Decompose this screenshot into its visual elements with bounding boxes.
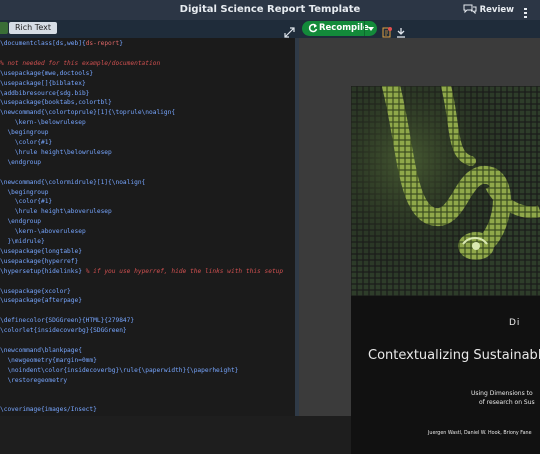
code-token: \newgeometry{margin=0mm} [0,356,97,364]
code-token: \color{#1} [0,198,53,206]
code-line[interactable]: \hrule height\aboverulesep [0,207,112,217]
code-token: \hrule height\aboverulesep [0,208,112,216]
code-line[interactable]: \restoregeometry [0,376,67,386]
code-line[interactable]: \usepackage{afterpage} [0,296,82,306]
code-token: % not needed for this example/documentat… [0,59,161,67]
source-mode-toggle[interactable] [0,22,8,34]
code-token: \begingroup [0,129,49,137]
code-token: \usepackage{mwe,doctools} [0,69,94,77]
code-line[interactable]: \coverimage{images/Insect} [0,405,97,415]
code-line[interactable]: \newcommand{\colormidrule}[1]{\noalign{ [0,178,145,188]
code-line[interactable]: \colorlet{insidecoverbg}{SDGGreen} [0,326,127,336]
recompile-label: Recompile [319,23,369,33]
code-token: \usepackage{xcolor} [0,287,71,295]
code-token: \addbibresource{sdg.bib} [0,89,90,97]
review-button[interactable]: Review [463,3,514,17]
cover-image [351,86,540,296]
toolbar: Rich Text Recompile [0,20,540,38]
code-line[interactable]: \newgeometry{margin=0mm} [0,356,97,366]
code-token: \coverimage{images/Insect} [0,406,97,414]
cover-authors: Juergen Wastl, Daniel W. Hook, Briony Fa… [428,431,532,436]
code-token: \documentclass[ds,web]{ [0,40,86,47]
cover-description-line: of research on Sus [479,399,535,406]
code-token: \endgroup [0,218,41,226]
code-line[interactable]: \begingroup [0,128,48,138]
cover-heading: Di [509,318,521,328]
code-token: \colorlet{insidecoverbg}{SDGGreen} [0,327,127,335]
code-line[interactable]: \hypersetup{hidelinks} % if you use hype… [0,267,283,277]
code-line[interactable]: \usepackage{longtable} [0,247,82,257]
code-line[interactable]: \color{#1} [0,197,52,207]
code-line[interactable]: \usepackage{mwe,doctools} [0,69,93,79]
code-token: \hypersetup{hidelinks} [0,267,86,275]
recompile-button[interactable]: Recompile [302,21,377,36]
code-line[interactable]: % not needed for this example/documentat… [0,59,160,69]
code-token: \begingroup [0,188,49,196]
code-line[interactable]: \color{#1} [0,138,52,148]
pdf-preview[interactable]: Di Contextualizing Sustainable Using Dim… [299,38,540,454]
chevron-down-icon[interactable] [364,21,377,36]
code-token: \noindent\color{insidecoverbg}\rule{\pap… [0,366,239,374]
code-token: \endgroup [0,158,41,166]
code-line[interactable]: \endgroup [0,217,41,227]
code-token: \kern-\belowrulesep [0,119,86,127]
code-token: } [119,40,123,47]
code-line[interactable]: \usepackage{booktabs,colortbl} [0,98,112,108]
code-token: \usepackage[]{biblatex} [0,79,86,87]
code-token: \kern-\aboverulesep [0,228,86,236]
code-token: \usepackage{hyperref} [0,257,79,265]
review-icon [463,3,477,17]
recompile-arrow-icon [308,23,318,37]
code-line[interactable]: \usepackage{xcolor} [0,287,71,297]
code-line[interactable]: \newcommand{\colortoprule}[1]{\toprule\n… [0,108,175,118]
cover-title: Contextualizing Sustainable [368,348,540,363]
top-bar: Digital Science Report Template Review [0,0,540,20]
code-token: \restoregeometry [0,376,68,384]
code-line[interactable]: \noindent\color{insidecoverbg}\rule{\pap… [0,366,238,376]
code-token: }\midrule} [0,238,45,245]
code-line[interactable]: \definecolor{SDGGreen}{HTML}{279847} [0,316,134,326]
code-line[interactable]: \endgroup [0,158,41,168]
code-token: \usepackage{longtable} [0,247,82,255]
code-line[interactable]: }\midrule} [0,237,45,247]
code-token: \definecolor{SDGGreen}{HTML}{279847} [0,317,135,325]
pdf-page: Di Contextualizing Sustainable Using Dim… [351,86,540,454]
code-line[interactable]: \kern-\aboverulesep [0,227,86,237]
code-token: % if you use hyperref, hide the links wi… [85,267,284,275]
code-token: \usepackage{booktabs,colortbl} [0,99,112,107]
code-editor[interactable]: \documentclass[ds,web]{ds-report} % not n… [0,38,295,416]
code-token: \newcommand{\colortoprule}[1]{\toprule\n… [0,109,176,117]
cover-description-line: Using Dimensions to [471,390,533,397]
project-title: Digital Science Report Template [179,4,361,15]
code-token: \newcommand\blankpage{ [0,346,82,354]
code-line[interactable]: \newcommand\blankpage{ [0,346,82,356]
code-token: \newcommand{\colormidrule}[1]{\noalign{ [0,178,146,186]
code-line[interactable]: \kern-\belowrulesep [0,118,86,128]
code-line[interactable]: \begingroup [0,188,48,198]
code-line[interactable]: \addbibresource{sdg.bib} [0,89,89,99]
code-line[interactable]: \usepackage[]{biblatex} [0,79,86,89]
review-label: Review [479,5,514,15]
code-line[interactable]: \documentclass[ds,web]{ds-report} [0,39,123,49]
code-token: \hrule height\belowrulesep [0,148,112,156]
code-token: ds-report [85,40,120,47]
rich-text-toggle[interactable]: Rich Text [9,22,57,34]
code-token: \usepackage{afterpage} [0,297,82,305]
code-token: \color{#1} [0,139,53,146]
code-line[interactable]: \usepackage{hyperref} [0,257,78,267]
code-line[interactable]: \hrule height\belowrulesep [0,148,112,158]
